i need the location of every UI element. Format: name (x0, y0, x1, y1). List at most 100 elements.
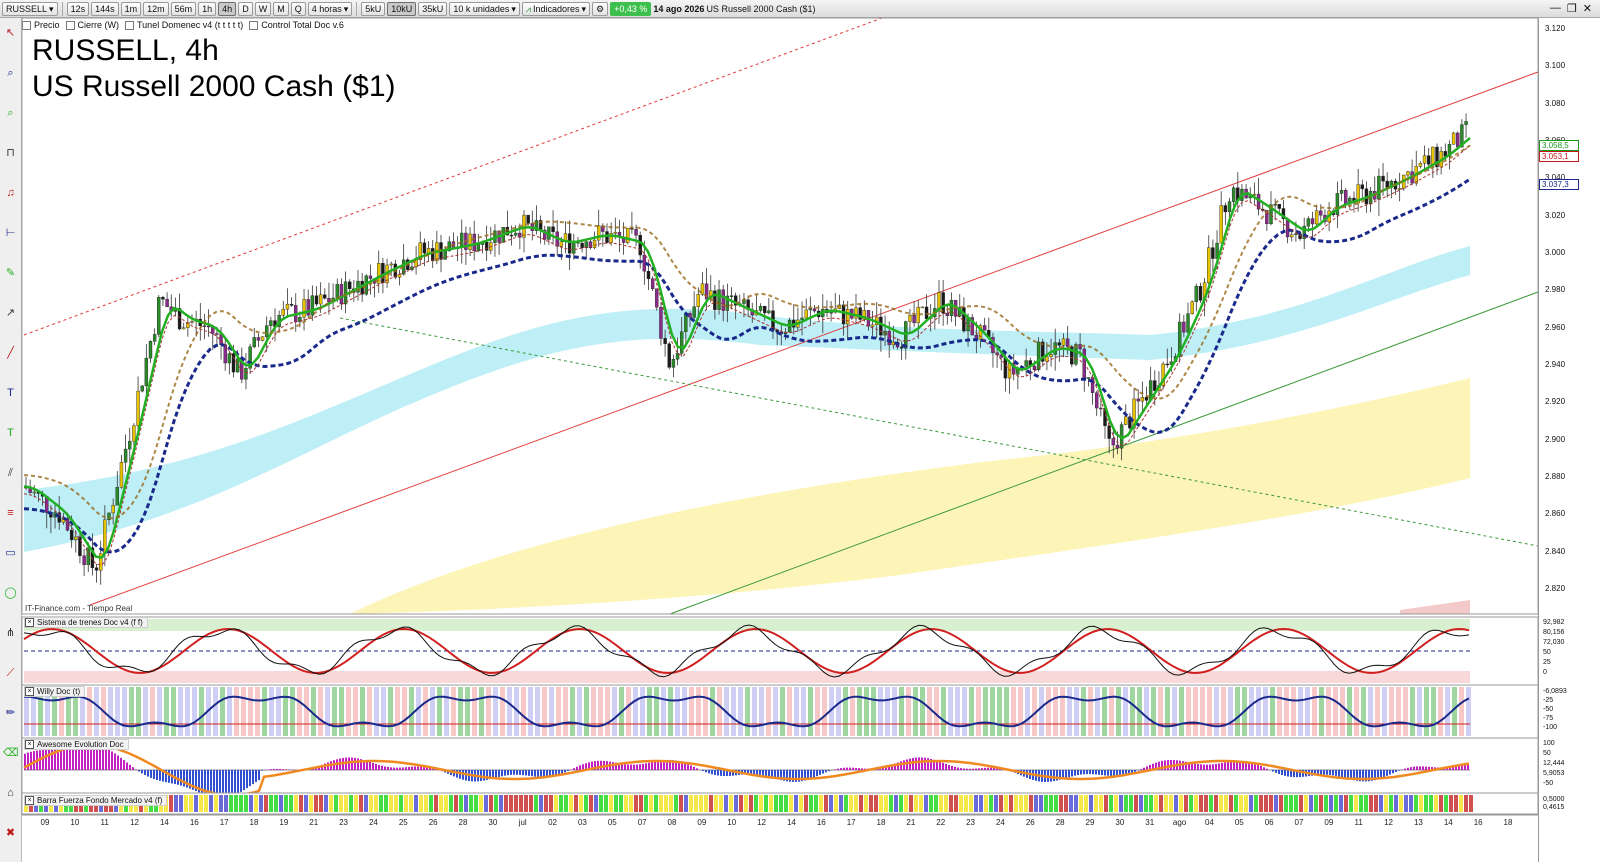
candle (800, 317, 804, 321)
ao-bar (1416, 766, 1418, 770)
candle (1290, 234, 1294, 238)
strength-bar (1189, 795, 1193, 812)
ao-bar (261, 770, 263, 771)
candle (1431, 146, 1435, 165)
ao-bar (405, 767, 407, 770)
panel-header[interactable]: × Barra Fuerza Fondo Mercado v4 (f) (24, 795, 168, 806)
ao-bar (627, 764, 629, 770)
close-icon[interactable]: × (25, 740, 34, 749)
ao-bar (48, 749, 50, 770)
strength-bar (604, 795, 608, 812)
willy-bar (402, 687, 407, 736)
panel-header[interactable]: × Awesome Evolution Doc (24, 739, 129, 750)
willy-bar (458, 687, 463, 736)
ao-bar (237, 770, 239, 794)
candle (1319, 210, 1323, 216)
ao-bar (396, 767, 398, 770)
ao-bar (375, 763, 377, 770)
ao-bar (1266, 768, 1268, 770)
time-tick: 22 (936, 818, 945, 827)
strength-bar (999, 795, 1003, 812)
ao-bar (651, 762, 653, 770)
strength-bar (459, 795, 463, 812)
ao-bar (843, 767, 845, 770)
ao-bar (957, 767, 959, 770)
price-label: 3.053,1 (1539, 151, 1579, 162)
ao-bar (1326, 770, 1328, 775)
price-axis[interactable]: 3.1203.1003.0803.0603.0403.0203.0002.980… (1538, 18, 1600, 862)
chart-canvas[interactable]: 09 10 11 12 14 16 17 18 19 21 23 24 25 26 28 30 jul 02 03 0… (0, 0, 1600, 862)
ao-bar (1425, 766, 1427, 770)
willy-bar (430, 687, 435, 736)
candle (285, 303, 290, 310)
strength-bar (939, 795, 943, 812)
willy-bar (808, 687, 813, 736)
candle (937, 292, 941, 309)
willy-bar (493, 687, 498, 736)
ao-bar (642, 763, 644, 770)
strength-bar (1064, 795, 1068, 812)
strength-bar (1279, 795, 1283, 812)
ao-bar (906, 759, 908, 770)
strength-bar (379, 795, 383, 812)
willy-bar (1186, 687, 1191, 736)
time-tick: 06 (1265, 818, 1274, 827)
ao-bar (1404, 768, 1406, 770)
panel-header[interactable]: × Willy Doc (t) (24, 686, 86, 697)
panel-tick: 0,4615 (1543, 804, 1565, 811)
candle (804, 309, 808, 319)
ao-bar (657, 760, 659, 770)
time-tick: 03 (578, 818, 587, 827)
ao-bar (537, 770, 539, 777)
candle (1124, 416, 1128, 425)
strength-bar (374, 795, 378, 812)
time-tick: 05 (608, 818, 617, 827)
strength-bar (244, 795, 248, 812)
candle (1464, 121, 1468, 125)
close-icon[interactable]: × (25, 796, 34, 805)
ao-bar (1083, 770, 1085, 775)
ao-bar (63, 748, 65, 770)
ao-bar (417, 766, 419, 770)
strength-bar (974, 795, 978, 812)
strength-bar (739, 795, 743, 812)
candle (128, 440, 132, 450)
time-tick: 12 (1384, 818, 1393, 827)
close-icon[interactable]: × (25, 687, 34, 696)
candle (468, 233, 472, 250)
candle (613, 232, 617, 234)
willy-bar (115, 687, 120, 736)
strength-bar (349, 795, 353, 812)
willy-bar (878, 687, 883, 736)
ao-bar (525, 770, 527, 776)
strength-bar (589, 795, 593, 812)
ao-bar (852, 767, 854, 770)
strength-bar (414, 795, 418, 812)
strength-bar (1049, 795, 1053, 812)
willy-bar (122, 687, 127, 736)
candle (1032, 365, 1037, 370)
time-tick: 17 (847, 818, 856, 827)
close-icon[interactable]: × (25, 618, 34, 627)
ao-bar (135, 769, 137, 770)
strength-bar (1009, 795, 1013, 812)
ao-bar (714, 770, 716, 776)
strength-bar (1089, 795, 1093, 812)
candle (1306, 218, 1311, 227)
panel-header[interactable]: × Sistema de trenes Doc v4 (f f) (24, 617, 148, 628)
candle (132, 425, 136, 442)
ao-bar (540, 770, 542, 778)
willy-bar (1228, 687, 1233, 736)
time-tick: 26 (429, 818, 438, 827)
strength-bar (854, 795, 858, 812)
strength-bar (809, 795, 813, 812)
candle (1140, 397, 1145, 402)
willy-bar (332, 687, 337, 736)
ao-bar (234, 770, 236, 795)
strength-bar (754, 795, 758, 812)
strength-bar (389, 795, 393, 812)
willy-bar (1158, 687, 1163, 736)
strength-bar (1394, 795, 1398, 812)
ao-bar (75, 746, 77, 770)
strength-bar (334, 795, 338, 812)
